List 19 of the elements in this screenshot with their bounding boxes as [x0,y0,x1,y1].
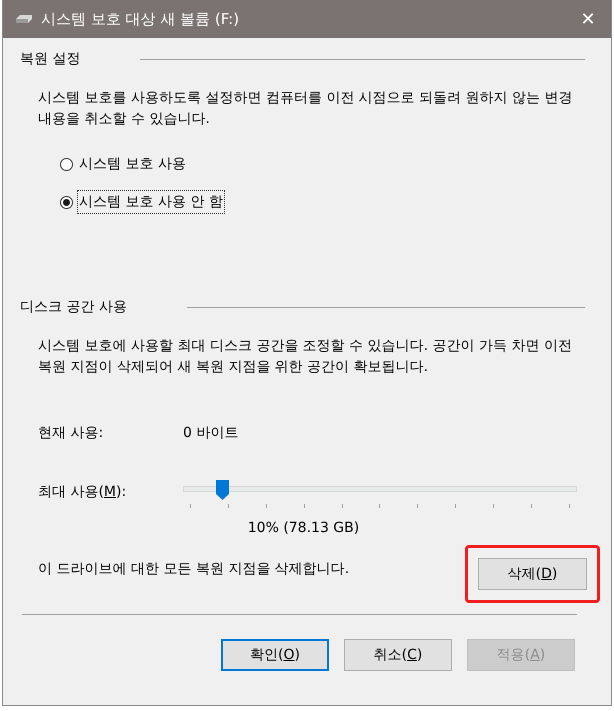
drive-icon [15,14,33,24]
description-text: 시스템 보호를 사용하도록 설정하면 컴퓨터를 이전 시점으로 되돌려 원하지 않는 변경 내용을 취소할 수 있습니다. [38,89,574,129]
dialog-button[interactable]: 확인(O) [221,639,329,671]
radio-button[interactable] [60,158,73,170]
delete-description: 이 드라이브에 대한 모든 복원 지점을 삭제합니다. [38,560,350,578]
description-text: 시스템 보호에 사용할 최대 디스크 공간을 조정할 수 있습니다. 공간이 가득 차면 이전 복원 지점이 삭제되어 새 복원 지점을 위한 공간이 확보됩니다. [38,337,573,377]
delete-button[interactable]: 삭제(D) [478,558,587,590]
window-title: 시스템 보호 대상 새 볼륨 (F:) [41,10,240,28]
dialog-button[interactable]: 취소(C) [344,639,452,671]
group-heading: 복원 설정 [20,50,80,68]
group-heading: 디스크 공간 사용 [20,298,127,316]
slider-thumb[interactable] [216,480,230,500]
radio-option[interactable]: 시스템 보호 사용 [60,152,188,176]
usage-reading: 10% (78.13 GB) [246,520,360,536]
field-value: 0 바이트 [183,424,238,442]
field-label: 현재 사용: [38,424,104,442]
field-label: 최대 사용(M): [38,483,128,501]
radio-button[interactable] [60,196,73,208]
close-button[interactable]: ✕ [565,0,611,38]
